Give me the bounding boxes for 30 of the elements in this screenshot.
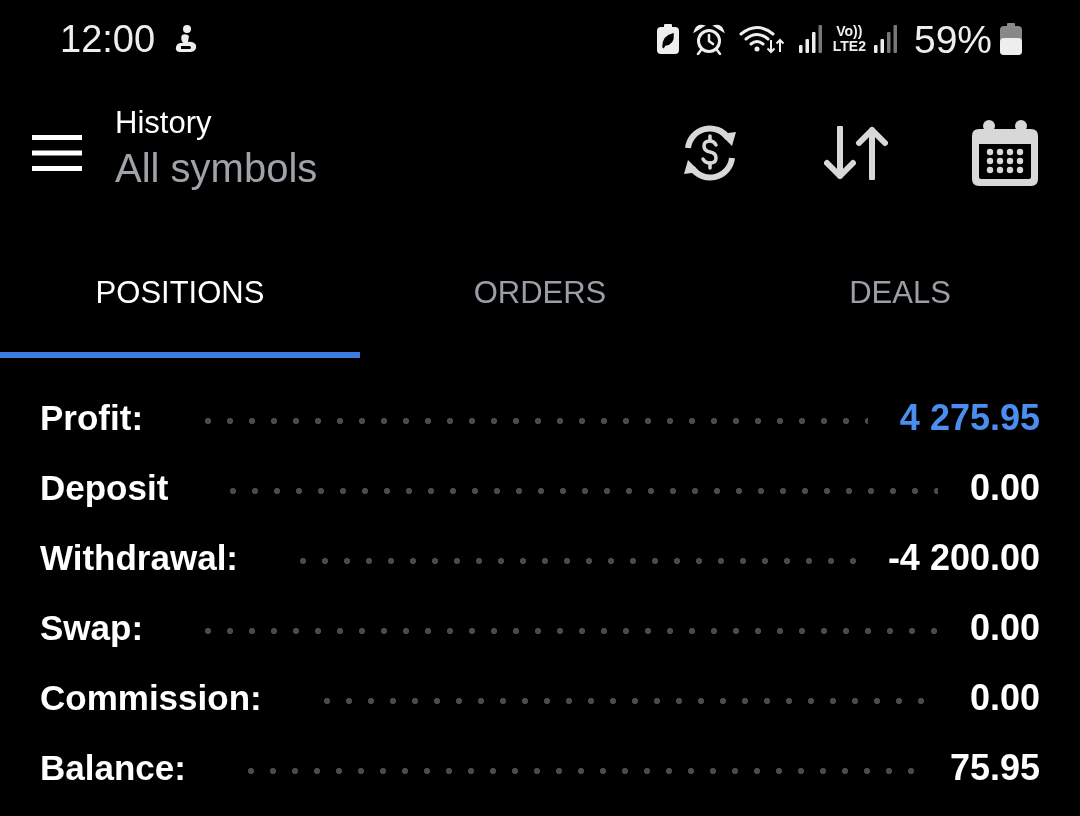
- summary-label: Deposit: [40, 468, 169, 508]
- screen-title: History: [115, 104, 213, 142]
- summary-label: Profit:: [40, 398, 144, 438]
- battery-icon: [1000, 23, 1022, 55]
- signal-icon: [798, 25, 823, 53]
- tab[interactable]: ORDERS: [360, 228, 720, 358]
- menu-icon[interactable]: [32, 135, 82, 171]
- tab[interactable]: POSITIONS: [0, 228, 360, 358]
- summary-value: 0.00: [969, 677, 1040, 719]
- sort-arrows-icon[interactable]: [824, 126, 888, 180]
- summary-value: 0.00: [969, 607, 1040, 649]
- wifi-icon: [738, 24, 785, 54]
- summary-label: Withdrawal:: [40, 538, 239, 578]
- battery-leaf-icon: [656, 24, 679, 54]
- status-time: 12:00: [60, 20, 156, 58]
- summary-value: -4 200.00: [887, 537, 1040, 579]
- symbol-filter[interactable]: All symbols: [115, 142, 318, 194]
- network-label: Vo)): [836, 24, 863, 39]
- summary-label: Balance:: [40, 748, 186, 788]
- alarm-clock-icon: [692, 23, 725, 55]
- battery-percent: 59%: [913, 19, 992, 59]
- tab[interactable]: DEALS: [720, 228, 1080, 358]
- summary-value: 75.95: [949, 747, 1040, 789]
- network-label: LTE2: [832, 39, 866, 54]
- signal-icon: [873, 25, 898, 53]
- summary-value: 4 275.95: [899, 397, 1040, 439]
- summary-label: Commission:: [40, 678, 262, 718]
- summary-label: Swap:: [40, 608, 144, 648]
- calendar-icon[interactable]: [972, 120, 1038, 186]
- summary-value: 0.00: [969, 467, 1040, 509]
